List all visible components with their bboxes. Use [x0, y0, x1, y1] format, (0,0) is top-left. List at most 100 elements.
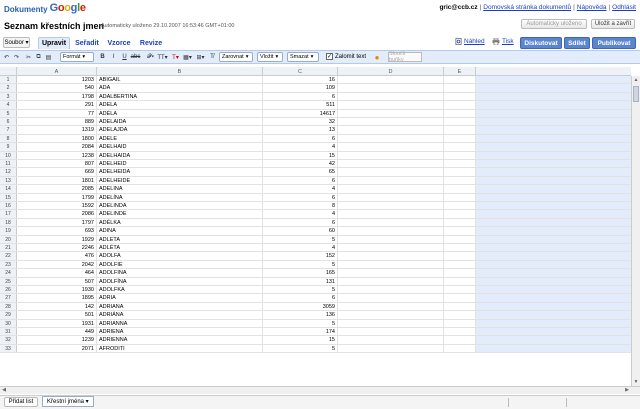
cell-e[interactable]: [444, 84, 476, 92]
cell-e[interactable]: [444, 151, 476, 159]
scroll-left-icon[interactable]: ◀: [0, 387, 8, 394]
cell-e[interactable]: [444, 168, 476, 176]
cell-d[interactable]: [338, 185, 444, 193]
cell-b[interactable]: ADOLFA: [97, 252, 263, 260]
cell-c[interactable]: 65: [263, 168, 338, 176]
scrollbar-thumb[interactable]: [633, 86, 639, 102]
cell-a[interactable]: 1797: [17, 218, 97, 227]
cell-b[interactable]: AFRODITI: [97, 344, 263, 353]
wrap-text-toggle[interactable]: ✓ Zalomit text: [326, 53, 366, 60]
cell-c[interactable]: 136: [263, 311, 338, 319]
cell-b[interactable]: ADELHEIDE: [97, 176, 263, 185]
cell-b[interactable]: ADLETA: [97, 235, 263, 243]
cell-d[interactable]: [338, 286, 444, 294]
cell-c[interactable]: 5: [263, 319, 338, 327]
cell-c[interactable]: 4: [263, 185, 338, 193]
cell-e[interactable]: [444, 336, 476, 344]
cell-b[interactable]: ADRIANA: [97, 302, 263, 311]
row-number[interactable]: 7: [0, 126, 17, 134]
clear-format-icon[interactable]: T̸: [207, 52, 217, 62]
row-number[interactable]: 23: [0, 260, 17, 269]
bold-icon[interactable]: B: [98, 52, 107, 62]
cell-d[interactable]: [338, 328, 444, 336]
row-number[interactable]: 25: [0, 277, 17, 285]
cell-d[interactable]: [338, 168, 444, 176]
cell-e[interactable]: [444, 76, 476, 84]
row-number[interactable]: 8: [0, 134, 17, 143]
cell-b[interactable]: ADOLFINA: [97, 269, 263, 277]
row-number[interactable]: 29: [0, 311, 17, 319]
cell-c[interactable]: 4: [263, 143, 338, 151]
text-color-icon[interactable]: T▾: [170, 52, 181, 62]
cell-e[interactable]: [444, 311, 476, 319]
cell-c[interactable]: 32: [263, 118, 338, 126]
cell-e[interactable]: [444, 134, 476, 143]
cell-a[interactable]: 889: [17, 118, 97, 126]
cell-a[interactable]: 449: [17, 328, 97, 336]
underline-icon[interactable]: U: [120, 52, 129, 62]
cell-a[interactable]: 2085: [17, 185, 97, 193]
google-docs-logo[interactable]: Dokumenty Google: [4, 2, 86, 14]
cell-a[interactable]: 1930: [17, 286, 97, 294]
cell-d[interactable]: [338, 311, 444, 319]
font-size-icon[interactable]: TT▾: [157, 52, 168, 62]
scroll-down-icon[interactable]: ▼: [632, 378, 640, 386]
vertical-scrollbar[interactable]: ▲ ▼: [631, 76, 640, 386]
cell-b[interactable]: ADELÍNA: [97, 193, 263, 201]
cell-c[interactable]: 6: [263, 176, 338, 185]
cell-d[interactable]: [338, 336, 444, 344]
cell-c[interactable]: 6: [263, 193, 338, 201]
select-all-corner[interactable]: [0, 67, 17, 76]
cell-a[interactable]: 1203: [17, 76, 97, 84]
cell-a[interactable]: 142: [17, 302, 97, 311]
cell-d[interactable]: [338, 252, 444, 260]
cell-b[interactable]: ADA: [97, 84, 263, 92]
cell-b[interactable]: ADINA: [97, 227, 263, 235]
save-and-close-button[interactable]: Uložit a zavřít: [591, 19, 635, 29]
sheet-tab[interactable]: Křestní jména ▾: [42, 396, 94, 407]
cell-d[interactable]: [338, 269, 444, 277]
cell-a[interactable]: 476: [17, 252, 97, 260]
strikethrough-icon[interactable]: abc: [131, 52, 141, 62]
row-number[interactable]: 3: [0, 92, 17, 101]
cell-c[interactable]: 5: [263, 286, 338, 294]
cell-d[interactable]: [338, 227, 444, 235]
autosaved-button[interactable]: Automaticky uloženo: [521, 19, 587, 29]
cell-b[interactable]: ADELHAIDA: [97, 151, 263, 159]
cell-e[interactable]: [444, 92, 476, 101]
cell-c[interactable]: 131: [263, 277, 338, 285]
cell-b[interactable]: ADRIENA: [97, 328, 263, 336]
cell-d[interactable]: [338, 235, 444, 243]
cell-a[interactable]: 693: [17, 227, 97, 235]
cell-d[interactable]: [338, 193, 444, 201]
add-sheet-button[interactable]: Přidat list: [4, 397, 38, 407]
cell-c[interactable]: 5: [263, 260, 338, 269]
cell-b[interactable]: ADLÉTA: [97, 244, 263, 252]
emoji-icon[interactable]: ●: [372, 52, 382, 62]
cell-a[interactable]: 2086: [17, 210, 97, 218]
cell-e[interactable]: [444, 109, 476, 117]
cell-a[interactable]: 464: [17, 269, 97, 277]
borders-icon[interactable]: ⊞▾: [195, 52, 206, 62]
cell-c[interactable]: 8: [263, 202, 338, 210]
row-number[interactable]: 31: [0, 328, 17, 336]
row-number[interactable]: 13: [0, 176, 17, 185]
cell-e[interactable]: [444, 193, 476, 201]
cell-b[interactable]: ADRIA: [97, 294, 263, 302]
column-header-b[interactable]: B: [97, 67, 263, 76]
cell-a[interactable]: 1931: [17, 319, 97, 327]
cell-d[interactable]: [338, 176, 444, 185]
cell-c[interactable]: 3059: [263, 302, 338, 311]
row-number[interactable]: 24: [0, 269, 17, 277]
cell-c[interactable]: 174: [263, 328, 338, 336]
cell-b[interactable]: ADELE: [97, 134, 263, 143]
cut-icon[interactable]: ✂: [24, 52, 33, 62]
row-number[interactable]: 30: [0, 319, 17, 327]
redo-icon[interactable]: ↷: [12, 52, 21, 62]
file-menu[interactable]: Soubor ▾: [3, 37, 30, 48]
cell-d[interactable]: [338, 92, 444, 101]
cell-d[interactable]: [338, 302, 444, 311]
cell-e[interactable]: [444, 269, 476, 277]
row-number[interactable]: 4: [0, 101, 17, 109]
cell-b[interactable]: ADELINDA: [97, 202, 263, 210]
